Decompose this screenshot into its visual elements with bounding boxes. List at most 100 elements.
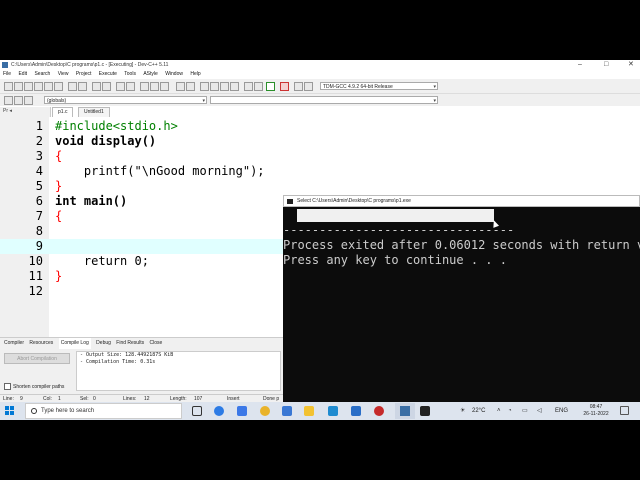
- volume-icon[interactable]: ◁: [537, 402, 542, 420]
- goto-icon[interactable]: [116, 82, 125, 91]
- code-text: }: [55, 269, 63, 283]
- class-browser-icon[interactable]: [14, 96, 23, 105]
- maximize-button[interactable]: □: [604, 60, 608, 70]
- save-icon[interactable]: [24, 82, 33, 91]
- wifi-icon[interactable]: ◔: [508, 402, 512, 420]
- project-add-icon[interactable]: [150, 82, 159, 91]
- compiler-select[interactable]: TDM-GCC 4.9.2 64-bit Release ▾: [320, 82, 438, 90]
- minimize-button[interactable]: –: [578, 60, 582, 70]
- profile-icon[interactable]: [254, 82, 263, 91]
- tab-resources[interactable]: Resources: [29, 338, 53, 349]
- save-all-icon[interactable]: [34, 82, 43, 91]
- project-new-icon[interactable]: [140, 82, 149, 91]
- tab-untitled1[interactable]: Untitled1: [78, 107, 110, 117]
- clock[interactable]: 08:47 26-11-2022: [582, 404, 610, 418]
- menu-search[interactable]: Search: [34, 70, 50, 79]
- new-file-icon[interactable]: [4, 82, 13, 91]
- scope-select[interactable]: (globals) ▾: [44, 96, 207, 104]
- devcpp-taskbar-button[interactable]: [395, 403, 415, 419]
- bookmark-icon[interactable]: [126, 82, 135, 91]
- code-text: printf("\nGood morning");: [55, 164, 265, 178]
- console-line: Process exited after 0.06012 seconds wit…: [283, 238, 640, 252]
- menu-project[interactable]: Project: [76, 70, 92, 79]
- close-file-icon[interactable]: [44, 82, 53, 91]
- print-icon[interactable]: [54, 82, 63, 91]
- stop-execution-icon[interactable]: [280, 82, 289, 91]
- member-select[interactable]: ▾: [210, 96, 438, 104]
- rebuild-icon[interactable]: [230, 82, 239, 91]
- code-line[interactable]: 4 printf("\nGood morning");: [0, 164, 640, 179]
- shorten-paths-checkbox[interactable]: Shorten compiler paths: [4, 383, 64, 390]
- word-icon[interactable]: [282, 406, 292, 416]
- insert-icon[interactable]: [24, 96, 33, 105]
- console-line: --------------------------------: [283, 223, 515, 237]
- language-indicator[interactable]: ENG: [555, 402, 568, 420]
- devcpp-icon: [400, 406, 410, 416]
- tab-debug[interactable]: Debug: [96, 338, 111, 349]
- tab-close[interactable]: Close: [149, 338, 162, 349]
- menu-edit[interactable]: Edit: [18, 70, 27, 79]
- abort-compilation-button[interactable]: Abort Compilation: [4, 353, 70, 364]
- tab-compile-log[interactable]: Compile Log: [58, 338, 91, 349]
- menu-execute[interactable]: Execute: [99, 70, 117, 79]
- redo-icon[interactable]: [78, 82, 87, 91]
- tray-chevron-icon[interactable]: ˄: [497, 402, 501, 420]
- chart-icon[interactable]: [304, 82, 313, 91]
- battery-icon[interactable]: ▭: [522, 402, 528, 420]
- chrome-icon[interactable]: [260, 406, 270, 416]
- code-text: {: [55, 209, 63, 223]
- indent-icon[interactable]: [176, 82, 185, 91]
- tab-p1c[interactable]: p1.c: [52, 107, 74, 117]
- console-taskbar-icon[interactable]: [420, 406, 430, 416]
- compile-run-icon[interactable]: [220, 82, 229, 91]
- teams-icon[interactable]: [351, 406, 361, 416]
- code-line[interactable]: 3 {: [0, 149, 640, 164]
- app-icon[interactable]: [328, 406, 338, 416]
- tab-compiler[interactable]: Compiler: [4, 338, 24, 349]
- edge-icon[interactable]: [214, 406, 224, 416]
- chevron-down-icon: ▾: [433, 84, 436, 90]
- code-line[interactable]: 5 }: [0, 179, 640, 194]
- weather-icon[interactable]: ☀: [460, 402, 465, 420]
- code-line[interactable]: 1 #include<stdio.h>: [0, 119, 640, 134]
- checkbox-icon: [4, 383, 11, 390]
- open-file-icon[interactable]: [14, 82, 23, 91]
- find-icon[interactable]: [92, 82, 101, 91]
- clock-time: 08:47: [589, 404, 603, 410]
- desktop-screen: C:\Users\Admin\Desktop\C programs\p1.c -…: [0, 60, 640, 420]
- console-window[interactable]: Select C:\Users\Admin\Desktop\C programs…: [283, 195, 640, 404]
- project-remove-icon[interactable]: [160, 82, 169, 91]
- close-button[interactable]: ✕: [628, 60, 634, 70]
- console-selection: [297, 209, 494, 222]
- check-icon[interactable]: [266, 82, 275, 91]
- menu-tools[interactable]: Tools: [124, 70, 136, 79]
- bottom-tabs: Compiler Resources Compile Log Debug Fin…: [0, 337, 285, 349]
- project-tab[interactable]: Pr ◂: [0, 107, 53, 115]
- menu-window[interactable]: Window: [165, 70, 183, 79]
- store-icon[interactable]: [237, 406, 247, 416]
- compile-icon[interactable]: [200, 82, 209, 91]
- menu-astyle[interactable]: AStyle: [143, 70, 157, 79]
- windows-start-icon[interactable]: [5, 406, 15, 416]
- code-line[interactable]: 2 void display(): [0, 134, 640, 149]
- run-icon[interactable]: [210, 82, 219, 91]
- menu-help[interactable]: Help: [190, 70, 200, 79]
- undo-icon[interactable]: [68, 82, 77, 91]
- code-text: }: [55, 179, 63, 193]
- menu-view[interactable]: View: [58, 70, 69, 79]
- options-icon[interactable]: [294, 82, 303, 91]
- weather-temp[interactable]: 22°C: [472, 402, 485, 420]
- taskbar-search-input[interactable]: Type here to search: [25, 403, 182, 419]
- replace-icon[interactable]: [102, 82, 111, 91]
- bookmark-toggle-icon[interactable]: [4, 96, 13, 105]
- debug-icon[interactable]: [244, 82, 253, 91]
- notification-icon[interactable]: [620, 406, 629, 415]
- record-icon[interactable]: [374, 406, 384, 416]
- file-explorer-icon[interactable]: [304, 406, 314, 416]
- console-title-bar[interactable]: Select C:\Users\Admin\Desktop\C programs…: [283, 195, 640, 207]
- task-view-icon[interactable]: [192, 406, 202, 416]
- menu-file[interactable]: File: [3, 70, 11, 79]
- tab-find-results[interactable]: Find Results: [116, 338, 144, 349]
- unindent-icon[interactable]: [186, 82, 195, 91]
- code-text: void display(): [55, 134, 157, 148]
